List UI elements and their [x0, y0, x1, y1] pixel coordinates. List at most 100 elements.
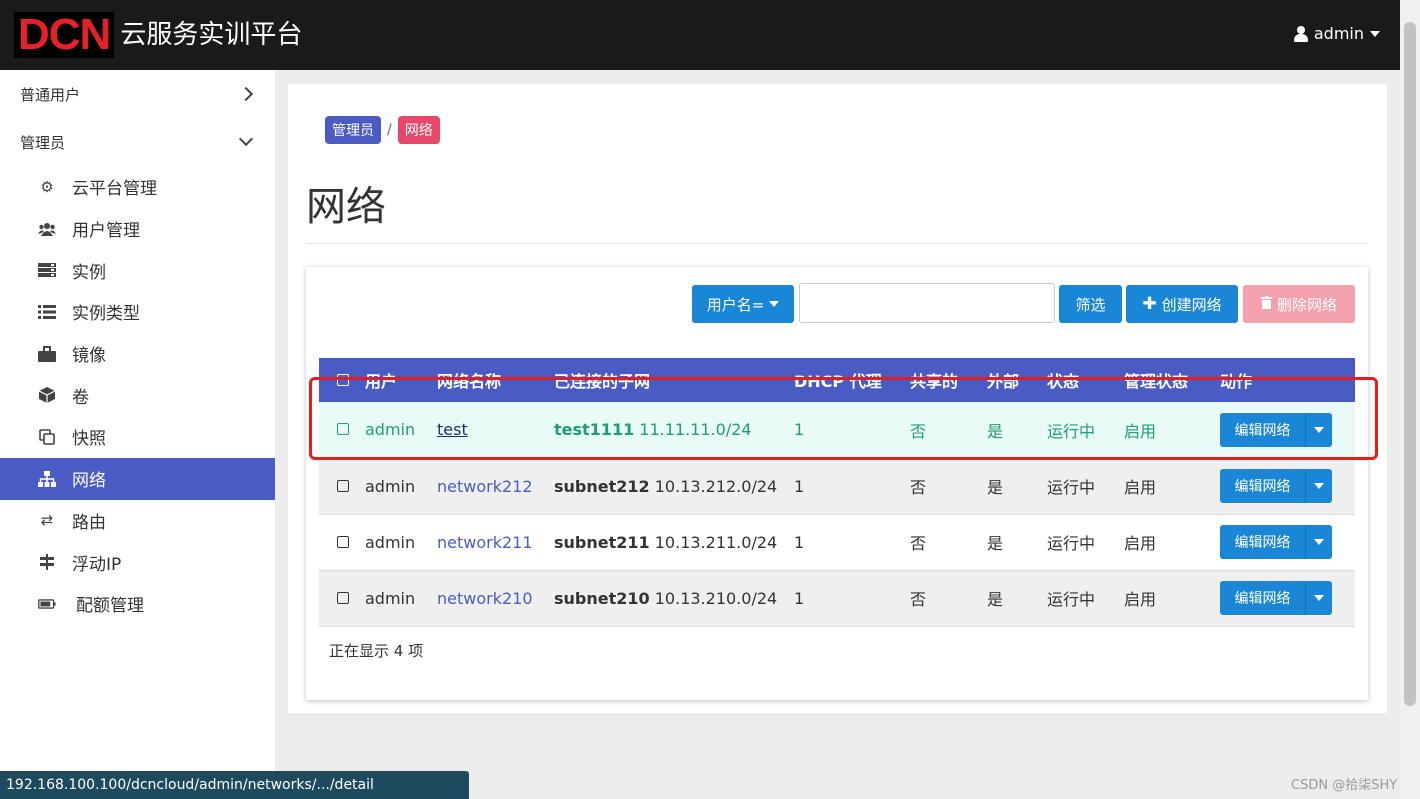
sidebar-group-admin[interactable]: 管理员 — [0, 118, 275, 166]
filter-button-label: 筛选 — [1075, 295, 1106, 314]
sitemap-icon — [38, 470, 56, 487]
cell-status: 运行中 — [1047, 514, 1124, 571]
sidebar-group-normal-user[interactable]: 普通用户 — [0, 70, 275, 118]
highlight-annotation — [309, 377, 1378, 460]
edit-network-button[interactable]: 编辑网络 — [1220, 525, 1306, 559]
caret-down-icon — [1314, 539, 1324, 545]
network-name-link[interactable]: network210 — [437, 589, 533, 608]
create-network-label: 创建网络 — [1161, 295, 1222, 314]
row-actions-dropdown[interactable] — [1306, 581, 1332, 615]
filter-field-label: 用户名= — [706, 295, 765, 314]
caret-down-icon — [1314, 483, 1324, 489]
breadcrumb-parent[interactable]: 管理员 — [325, 116, 381, 144]
copy-icon — [38, 429, 56, 445]
battery-icon — [38, 596, 56, 612]
top-bar: DCN 云服务实训平台 admin — [0, 0, 1400, 70]
sidebar-item-quotas[interactable]: 配额管理 — [0, 583, 275, 625]
sidebar-item-label: 镜像 — [72, 346, 106, 367]
sidebar-item-instance-types[interactable]: 实例类型 — [0, 291, 275, 333]
cell-dhcp: 1 — [794, 570, 910, 627]
row-checkbox[interactable] — [337, 591, 349, 604]
subnet-cidr: 10.13.211.0/24 — [654, 532, 778, 552]
cell-user: admin — [365, 570, 437, 627]
sidebar-item-label: 路由 — [72, 512, 106, 533]
user-menu[interactable]: admin — [1293, 24, 1380, 43]
sidebar-item-label: 网络 — [72, 471, 106, 492]
row-actions-dropdown[interactable] — [1306, 469, 1332, 503]
table-row: admin network212 subnet212 10.13.212.0/2… — [319, 458, 1355, 515]
edit-network-button-group: 编辑网络 — [1220, 581, 1332, 615]
row-checkbox[interactable] — [337, 535, 349, 548]
caret-down-icon — [1314, 595, 1324, 601]
breadcrumb-current: 网络 — [397, 116, 440, 144]
breadcrumb: 管理员 / 网络 — [325, 116, 440, 144]
sidebar-item-images[interactable]: 镜像 — [0, 333, 275, 375]
subnet-name: subnet211 — [554, 532, 650, 552]
filter-input[interactable] — [799, 283, 1055, 323]
sidebar-item-networks[interactable]: 网络 — [0, 457, 275, 500]
gears-icon: ⚙ — [40, 177, 54, 196]
table-count-text: 正在显示 4 项 — [329, 642, 424, 660]
logo-mark: DCN — [14, 12, 115, 58]
network-table-card: 用户名= 筛选 ✚ 创建网络 删除网络 用户 网络名称 已连接的子网 DHCP … — [306, 267, 1368, 700]
edit-network-button[interactable]: 编辑网络 — [1220, 469, 1306, 503]
sidebar-item-label: 实例类型 — [72, 304, 140, 325]
row-checkbox[interactable] — [337, 479, 349, 492]
sidebar-item-volumes[interactable]: 卷 — [0, 374, 275, 416]
subnet-cidr: 10.13.210.0/24 — [654, 588, 778, 608]
sidebar-group-label: 管理员 — [20, 133, 66, 152]
breadcrumb-separator: / — [387, 122, 392, 138]
sidebar-item-instances[interactable]: 实例 — [0, 249, 275, 291]
sidebar-item-users[interactable]: 用户管理 — [0, 208, 275, 250]
sidebar-item-cloud-platform[interactable]: ⚙ 云平台管理 — [0, 166, 275, 208]
sidebar-item-snapshots[interactable]: 快照 — [0, 416, 275, 458]
subnet-name: subnet212 — [554, 476, 650, 496]
chevron-down-icon — [238, 131, 254, 147]
cell-admin-state: 启用 — [1124, 458, 1220, 515]
cell-admin-state: 启用 — [1124, 514, 1220, 571]
watermark: CSDN @拾柒SHY — [1291, 778, 1398, 793]
create-network-button[interactable]: ✚ 创建网络 — [1126, 285, 1238, 323]
network-name-link[interactable]: network212 — [437, 477, 533, 496]
table-row: admin network211 subnet211 10.13.211.0/2… — [319, 514, 1355, 571]
edit-network-button[interactable]: 编辑网络 — [1220, 581, 1306, 615]
random-icon: ⇄ — [40, 511, 54, 530]
subnet-cidr: 10.13.212.0/24 — [654, 476, 778, 496]
sidebar-group-label: 普通用户 — [20, 85, 81, 104]
filter-button[interactable]: 筛选 — [1059, 285, 1122, 323]
plus-icon: ✚ — [1142, 294, 1157, 314]
cell-dhcp: 1 — [794, 514, 910, 571]
sidebar-item-label: 用户管理 — [72, 221, 140, 242]
table-row: admin network210 subnet210 10.13.210.0/2… — [319, 570, 1355, 627]
cell-shared: 否 — [910, 458, 987, 515]
logo-text: 云服务实训平台 — [120, 20, 303, 50]
sidebar-item-label: 云平台管理 — [72, 179, 157, 200]
link-status-bar: 192.168.100.100/dcncloud/admin/networks/… — [0, 771, 469, 799]
sidebar: 普通用户 管理员 ⚙ 云平台管理 用户管理 实例 实例类型 镜像 卷 快照 网络… — [0, 70, 275, 799]
sidebar-item-floating-ip[interactable]: 浮动IP — [0, 541, 275, 583]
filter-field-dropdown[interactable]: 用户名= — [692, 285, 794, 323]
cell-shared: 否 — [910, 570, 987, 627]
sidebar-item-label: 实例 — [72, 262, 106, 283]
edit-network-button-group: 编辑网络 — [1220, 469, 1332, 503]
scrollbar-thumb[interactable] — [1404, 22, 1416, 706]
cube-icon — [38, 387, 56, 404]
page-title: 网络 — [306, 184, 386, 230]
user-icon — [1293, 25, 1308, 42]
subnet-name: subnet210 — [554, 588, 650, 608]
scrollbar[interactable] — [1400, 0, 1420, 799]
sidebar-item-label: 浮动IP — [72, 554, 122, 575]
list-icon — [38, 304, 56, 320]
divider — [306, 243, 1368, 244]
cell-user: admin — [365, 514, 437, 571]
logo[interactable]: DCN 云服务实训平台 — [14, 12, 302, 58]
edit-network-button-group: 编辑网络 — [1220, 525, 1332, 559]
cell-dhcp: 1 — [794, 458, 910, 515]
row-actions-dropdown[interactable] — [1306, 525, 1332, 559]
network-name-link[interactable]: network211 — [437, 533, 533, 552]
cell-user: admin — [365, 458, 437, 515]
sidebar-item-routers[interactable]: ⇄ 路由 — [0, 500, 275, 542]
briefcase-icon — [38, 345, 56, 362]
delete-network-button[interactable]: 删除网络 — [1243, 285, 1355, 323]
user-name: admin — [1313, 24, 1364, 43]
